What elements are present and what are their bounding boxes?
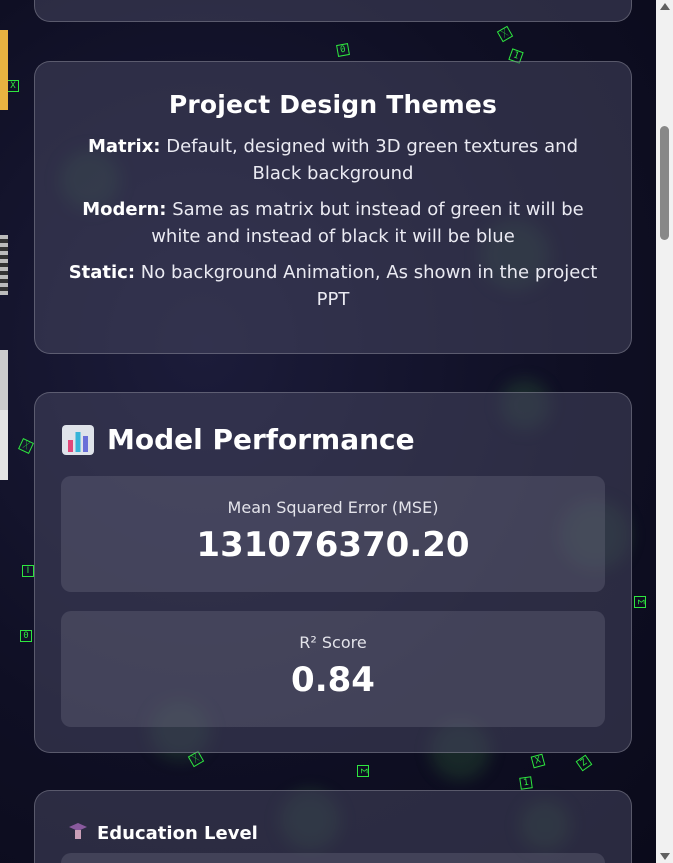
theme-matrix: Matrix: Default, designed with 3D green … [61,133,605,187]
matrix-glyph: 0 [336,43,350,57]
graduation-cap-icon [67,821,89,846]
education-select[interactable] [61,853,605,863]
matrix-glyph: ᚷ [496,25,514,43]
matrix-glyph: 0 [20,630,32,642]
theme-static: Static: No background Animation, As show… [61,259,605,313]
r2-metric: R² Score 0.84 [61,611,605,727]
vertical-scrollbar[interactable] [656,0,673,863]
matrix-glyph: X [7,80,19,92]
scroll-up-arrow-icon[interactable] [660,3,670,10]
matrix-glyph: Σ [357,765,369,777]
matrix-glyph: 1 [519,776,533,790]
theme-description: Same as matrix but instead of green it w… [151,199,584,247]
edge-tab [0,410,8,480]
matrix-glyph: Σ [634,596,646,608]
edge-tab [0,30,8,110]
matrix-glyph: Z [575,754,593,772]
previous-card [34,0,632,22]
theme-modern: Modern: Same as matrix but instead of gr… [61,196,605,250]
bar-chart-icon [61,424,95,456]
edge-tab [0,350,8,410]
matrix-glyph: X [530,753,546,769]
metric-value: 131076370.20 [196,525,470,565]
scroll-down-arrow-icon[interactable] [660,853,670,860]
mse-metric: Mean Squared Error (MSE) 131076370.20 [61,476,605,592]
metric-label: R² Score [299,633,367,652]
design-themes-title: Project Design Themes [168,90,498,119]
edge-tab [0,235,8,295]
theme-name: Modern: [82,199,167,220]
theme-description: Default, designed with 3D green textures… [160,136,579,184]
scroll-thumb[interactable] [660,126,669,240]
matrix-glyph: Ⅰ [22,565,34,577]
model-performance-header: Model Performance [61,423,605,456]
theme-name: Matrix: [87,136,161,157]
theme-description: No background Animation, As shown in the… [135,262,598,310]
model-performance-title: Model Performance [107,423,415,456]
model-performance-card: Model Performance Mean Squared Error (MS… [34,392,632,753]
metric-label: Mean Squared Error (MSE) [227,498,439,517]
metric-value: 0.84 [291,660,375,700]
education-level-text: Education Level [97,823,258,844]
matrix-glyph: ᚷ [18,438,34,454]
theme-name: Static: [68,262,136,283]
education-level-label: Education Level [67,821,599,846]
education-card: Education Level [34,790,632,863]
design-themes-card: Project Design Themes Matrix: Default, d… [34,61,632,354]
